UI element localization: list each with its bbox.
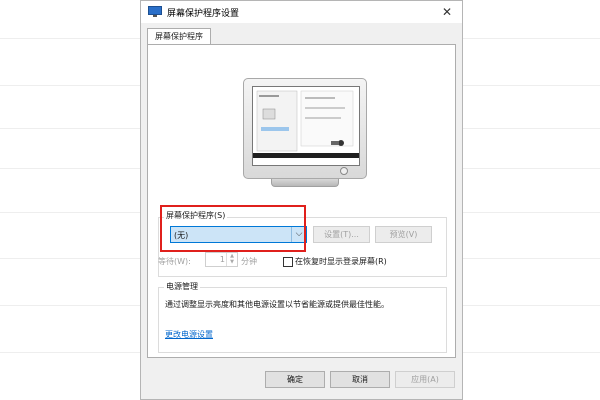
preview-screen bbox=[252, 86, 360, 166]
preview-button[interactable]: 预览(V) bbox=[375, 226, 432, 243]
window-title: 屏幕保护程序设置 bbox=[167, 9, 240, 19]
monitor-stand bbox=[271, 179, 339, 187]
apply-button[interactable]: 应用(A) bbox=[395, 371, 455, 388]
desktop-thumbnail-image bbox=[253, 87, 359, 165]
power-description: 通过调整显示亮度和其他电源设置以节省能源或提供最佳性能。 bbox=[165, 300, 389, 309]
close-icon: ✕ bbox=[441, 5, 453, 19]
ok-button[interactable]: 确定 bbox=[265, 371, 325, 388]
power-group-label: 电源管理 bbox=[164, 281, 200, 292]
resume-login-checkbox[interactable] bbox=[283, 257, 293, 267]
cancel-button[interactable]: 取消 bbox=[330, 371, 390, 388]
stepper-arrows-icon[interactable]: ▲ ▼ bbox=[226, 253, 237, 266]
tab-screensaver[interactable]: 屏幕保护程序 bbox=[147, 28, 211, 45]
wait-stepper[interactable]: 1 ▲ ▼ bbox=[205, 252, 238, 267]
screensaver-settings-dialog: 屏幕保护程序设置 ✕ 屏幕保护程序 屏幕保护程序(S) (无) ⌵ 设置(T).… bbox=[140, 0, 463, 400]
settings-button[interactable]: 设置(T)... bbox=[313, 226, 370, 243]
power-group bbox=[158, 287, 447, 353]
resume-login-label: 在恢复时显示登录屏幕(R) bbox=[295, 257, 387, 266]
power-button-icon bbox=[340, 167, 348, 175]
monitor-preview bbox=[243, 78, 367, 179]
title-bar: 屏幕保护程序设置 ✕ bbox=[141, 1, 462, 23]
tab-panel: 屏幕保护程序(S) (无) ⌵ 设置(T)... 预览(V) 等待(W): 1 … bbox=[147, 44, 456, 358]
red-highlight-box bbox=[160, 205, 306, 252]
close-button[interactable]: ✕ bbox=[432, 1, 462, 23]
monitor-app-icon bbox=[148, 6, 162, 17]
wait-unit: 分钟 bbox=[241, 257, 257, 266]
change-power-settings-link[interactable]: 更改电源设置 bbox=[165, 329, 213, 340]
wait-value: 1 bbox=[219, 255, 225, 264]
wait-label: 等待(W): bbox=[158, 257, 191, 266]
